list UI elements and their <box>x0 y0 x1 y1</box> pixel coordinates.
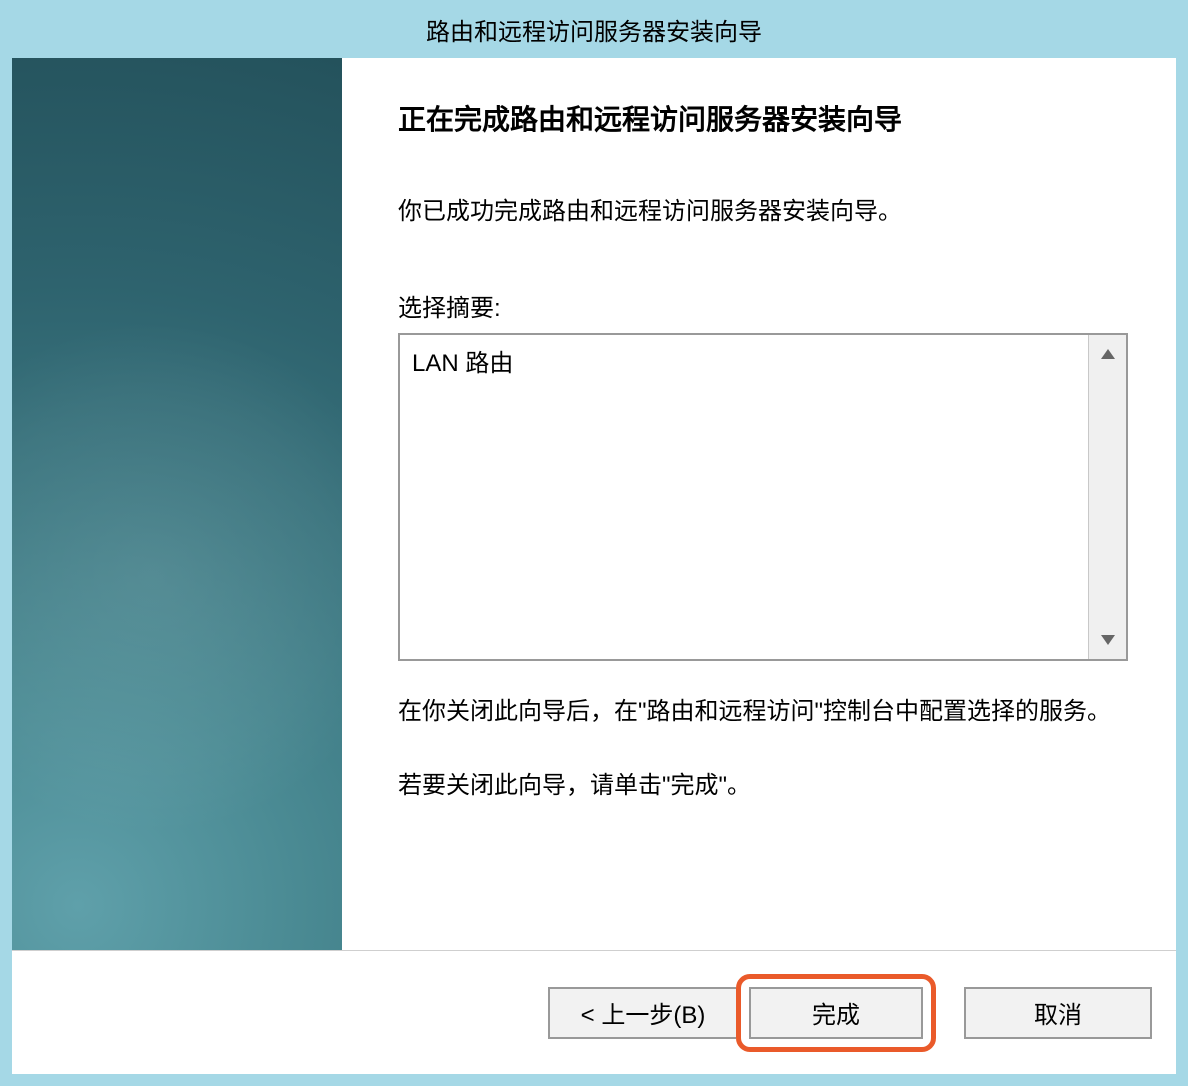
close-hint: 若要关闭此向导，请单击"完成"。 <box>398 765 1128 800</box>
wizard-footer: < 上一步(B) 完成 取消 <box>12 950 1176 1074</box>
summary-box: LAN 路由 <box>398 333 1128 661</box>
content-area: 正在完成路由和远程访问服务器安装向导 你已成功完成路由和远程访问服务器安装向导。… <box>342 58 1176 950</box>
scroll-down-icon[interactable] <box>1089 621 1126 659</box>
scroll-up-icon[interactable] <box>1089 335 1126 373</box>
summary-text: LAN 路由 <box>400 335 1088 659</box>
success-message: 你已成功完成路由和远程访问服务器安装向导。 <box>398 194 1128 230</box>
summary-label: 选择摘要: <box>398 288 1128 323</box>
wizard-side-image <box>12 58 342 950</box>
finish-button[interactable]: 完成 <box>749 987 923 1039</box>
window-title: 路由和远程访问服务器安装向导 <box>426 12 762 47</box>
back-button[interactable]: < 上一步(B) <box>548 987 736 1039</box>
upper-area: 正在完成路由和远程访问服务器安装向导 你已成功完成路由和远程访问服务器安装向导。… <box>12 58 1176 950</box>
finish-highlight: 完成 <box>736 974 936 1052</box>
scrollbar[interactable] <box>1088 335 1126 659</box>
titlebar[interactable]: 路由和远程访问服务器安装向导 <box>0 0 1188 58</box>
cancel-button[interactable]: 取消 <box>964 987 1152 1039</box>
post-close-instruction: 在你关闭此向导后，在"路由和远程访问"控制台中配置选择的服务。 <box>398 689 1128 735</box>
client-area: 正在完成路由和远程访问服务器安装向导 你已成功完成路由和远程访问服务器安装向导。… <box>12 58 1176 1074</box>
wizard-heading: 正在完成路由和远程访问服务器安装向导 <box>398 98 1128 138</box>
wizard-window: 路由和远程访问服务器安装向导 正在完成路由和远程访问服务器安装向导 你已成功完成… <box>0 0 1188 1086</box>
